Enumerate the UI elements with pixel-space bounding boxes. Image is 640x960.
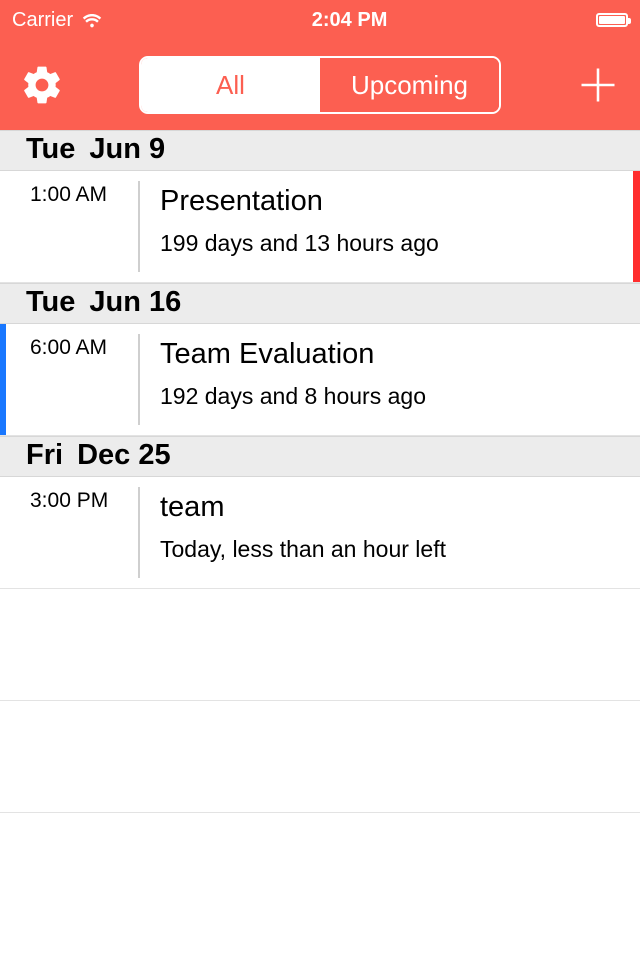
section-weekday: Tue [26,133,75,165]
event-row[interactable]: 1:00 AM Presentation 199 days and 13 hou… [0,171,640,283]
event-title: team [160,491,640,524]
section-weekday: Tue [26,286,75,318]
event-subtitle: 199 days and 13 hours ago [160,230,640,257]
event-title: Presentation [160,185,640,218]
event-list[interactable]: Tue Jun 9 1:00 AM Presentation 199 days a… [0,130,640,813]
event-time: 3:00 PM [0,477,138,588]
battery-icon [596,13,628,27]
section-header: Tue Jun 16 [0,283,640,324]
view-filter-segmented[interactable]: All Upcoming [139,56,501,114]
section-date: Dec 25 [77,439,171,471]
event-row[interactable]: 6:00 AM Team Evaluation 192 days and 8 h… [0,324,640,436]
section-date: Jun 9 [89,133,165,165]
event-time: 1:00 AM [0,171,138,282]
wifi-icon [81,9,103,31]
empty-row [0,589,640,701]
status-bar: Carrier 2:04 PM [0,0,640,40]
gear-icon[interactable] [20,63,64,107]
section-header: Fri Dec 25 [0,436,640,477]
event-title: Team Evaluation [160,338,640,371]
overdue-stripe [633,171,640,282]
tab-all[interactable]: All [141,58,320,112]
event-subtitle: Today, less than an hour left [160,536,640,563]
section-header: Tue Jun 9 [0,130,640,171]
plus-icon[interactable] [576,63,620,107]
nav-bar: All Upcoming [0,40,640,130]
event-subtitle: 192 days and 8 hours ago [160,383,640,410]
category-stripe [0,324,6,435]
section-date: Jun 16 [89,286,181,318]
carrier-label: Carrier [12,9,73,32]
tab-upcoming[interactable]: Upcoming [320,58,499,112]
empty-row [0,701,640,813]
section-weekday: Fri [26,439,63,471]
status-time: 2:04 PM [312,9,388,32]
event-row[interactable]: 3:00 PM team Today, less than an hour le… [0,477,640,589]
event-time: 6:00 AM [0,324,138,435]
